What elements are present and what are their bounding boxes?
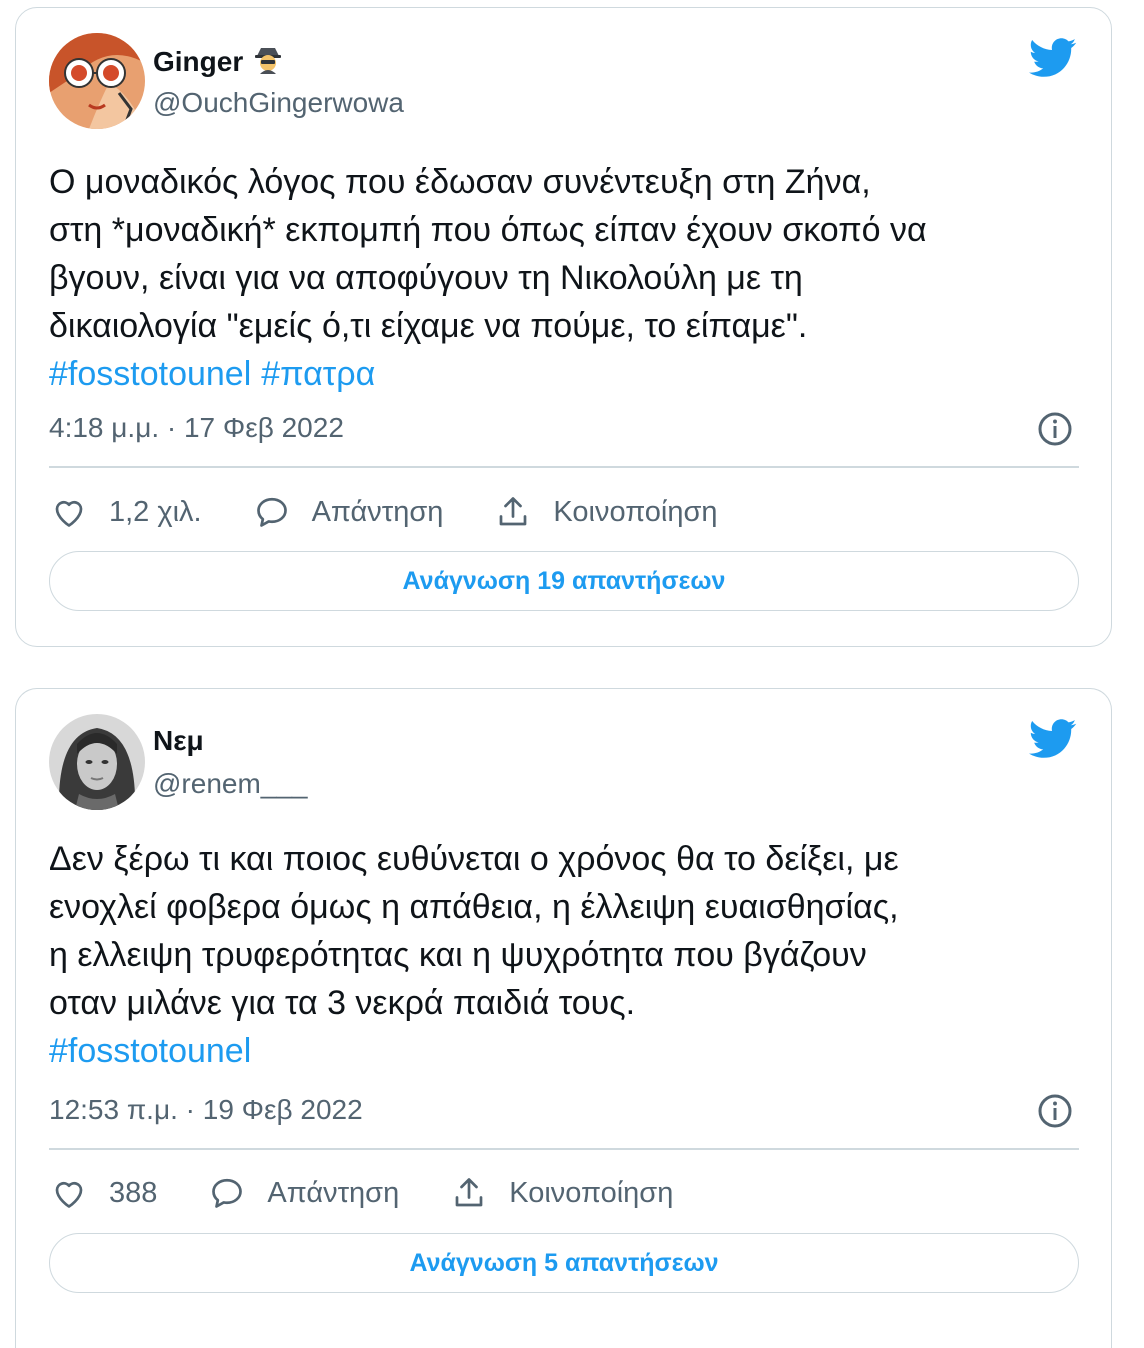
tweet-text: Ο μοναδικός λόγος που έδωσαν συνέντευξη … <box>49 158 1089 398</box>
detective-emoji-icon <box>253 44 283 79</box>
avatar[interactable] <box>49 33 145 129</box>
heart-icon <box>55 500 83 527</box>
heart-icon <box>55 1181 83 1208</box>
info-icon[interactable] <box>1037 1093 1073 1129</box>
like-button[interactable]: 388 <box>51 1175 157 1211</box>
reply-icon <box>256 497 287 527</box>
twitter-bird-icon[interactable] <box>1029 719 1077 759</box>
reply-button[interactable]: Απάντηση <box>254 494 444 530</box>
author-name[interactable]: Νεμ <box>153 725 204 757</box>
read-replies-button[interactable]: Ανάγνωση 5 απαντήσεων <box>49 1233 1079 1293</box>
tweet-text-line: Ο μοναδικός λόγος που έδωσαν συνέντευξη … <box>49 163 871 201</box>
hashtags: #fosstotounel #πατρα <box>49 350 1089 398</box>
hashtag-link[interactable]: #πατρα <box>261 355 375 393</box>
tweet-card: Ginger @OuchGingerwowa Ο μοναδικός λόγος… <box>15 7 1112 647</box>
twitter-bird-icon[interactable] <box>1029 38 1077 78</box>
like-button[interactable]: 1,2 χιλ. <box>51 494 202 530</box>
like-count: 1,2 χιλ. <box>109 495 202 528</box>
author-name[interactable]: Ginger <box>153 46 243 78</box>
action-bar: 388 Απάντηση Κοινοποίηση <box>51 1175 725 1211</box>
share-icon <box>500 497 527 526</box>
tweet-text-line: βγουν, είναι για να αποφύγουν τη Νικολού… <box>49 259 803 297</box>
reply-button[interactable]: Απάντηση <box>209 1175 399 1211</box>
share-button[interactable]: Κοινοποίηση <box>451 1175 673 1211</box>
read-replies-button[interactable]: Ανάγνωση 19 απαντήσεων <box>49 551 1079 611</box>
avatar[interactable] <box>49 714 145 810</box>
divider <box>49 1148 1079 1150</box>
action-bar: 1,2 χιλ. Απάντηση Κοινοποίηση <box>51 494 770 530</box>
hashtag-link[interactable]: #fosstotounel <box>49 355 251 393</box>
author-row: Νεμ <box>153 725 204 757</box>
share-button[interactable]: Κοινοποίηση <box>495 494 718 530</box>
author-handle[interactable]: @renem___ <box>153 768 308 800</box>
author-row: Ginger <box>153 44 283 79</box>
reply-label: Απάντηση <box>311 495 444 528</box>
share-label: Κοινοποίηση <box>509 1176 674 1209</box>
reply-icon <box>212 1178 243 1208</box>
share-label: Κοινοποίηση <box>553 495 718 528</box>
tweet-card: Νεμ @renem___ Δεν ξέρω τι και ποιος ευθύ… <box>15 688 1112 1348</box>
share-icon <box>455 1178 483 1207</box>
like-count: 388 <box>109 1176 158 1209</box>
hashtag-link[interactable]: #fosstotounel <box>49 1032 251 1070</box>
tweet-text-line: η ελλειψη τρυφερότητας και η ψυχρότητα π… <box>49 936 867 974</box>
tweet-text: Δεν ξέρω τι και ποιος ευθύνεται ο χρόνος… <box>49 835 1089 1075</box>
timestamp[interactable]: 4:18 μ.μ. · 17 Φεβ 2022 <box>49 412 344 444</box>
info-icon[interactable] <box>1037 411 1073 447</box>
divider <box>49 466 1079 468</box>
timestamp[interactable]: 12:53 π.μ. · 19 Φεβ 2022 <box>49 1094 363 1126</box>
tweet-text-line: στη *μοναδική* εκπομπή που όπως είπαν έχ… <box>49 211 927 249</box>
tweet-text-line: Δεν ξέρω τι και ποιος ευθύνεται ο χρόνος… <box>49 840 899 878</box>
tweet-text-line: δικαιολογία "εμείς ό,τι είχαμε να πούμε,… <box>49 307 808 345</box>
reply-label: Απάντηση <box>267 1176 400 1209</box>
hashtags: #fosstotounel <box>49 1027 1089 1075</box>
tweet-text-line: ενοχλεί φοβερα όμως η απάθεια, η έλλειψη… <box>49 888 899 926</box>
author-handle[interactable]: @OuchGingerwowa <box>153 87 404 119</box>
tweet-text-line: οταν μιλάνε για τα 3 νεκρά παιδιά τους. <box>49 984 636 1022</box>
